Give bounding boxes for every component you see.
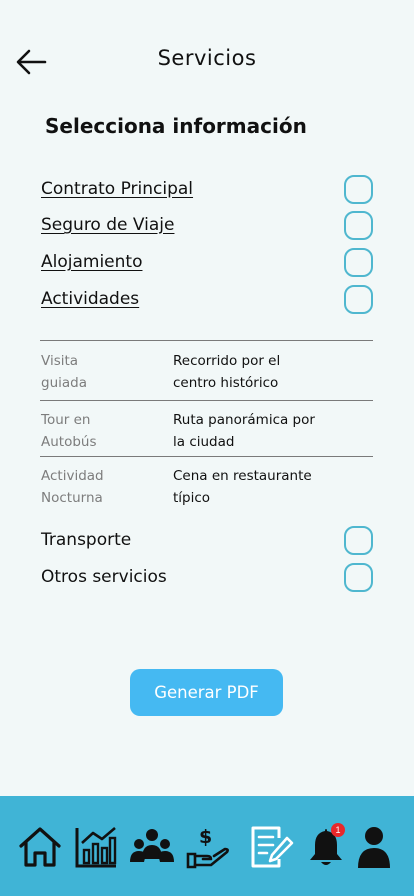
- checkbox[interactable]: [344, 284, 373, 314]
- option-otros-servicios: Otros servicios: [41, 561, 373, 593]
- activity-value: Ruta panorámica por la ciudad: [173, 409, 373, 453]
- activity-row: Tour en Autobús Ruta panorámica por la c…: [41, 409, 373, 453]
- activity-row: Visita guiada Recorrido por el centro hi…: [41, 350, 373, 394]
- payment-icon[interactable]: $: [185, 824, 231, 870]
- checkbox[interactable]: [344, 525, 373, 555]
- activity-value-line: la ciudad: [173, 434, 235, 450]
- activity-label-line: Nocturna: [41, 490, 103, 506]
- option-contrato-principal: Contrato Principal: [41, 173, 373, 205]
- option-label[interactable]: Contrato Principal: [41, 179, 193, 199]
- activity-value-line: centro histórico: [173, 375, 279, 391]
- activity-label-line: Autobús: [41, 434, 97, 450]
- bell-icon[interactable]: 1: [303, 823, 349, 870]
- option-alojamiento: Alojamiento: [41, 246, 373, 278]
- section-title: Selecciona información: [45, 114, 307, 138]
- notification-badge: 1: [331, 823, 345, 837]
- activity-value-line: Ruta panorámica por: [173, 412, 315, 428]
- option-actividades: Actividades: [41, 283, 373, 315]
- option-seguro-de-viaje: Seguro de Viaje: [41, 209, 373, 241]
- option-label[interactable]: Actividades: [41, 289, 139, 309]
- checkbox[interactable]: [344, 210, 373, 240]
- option-label: Transporte: [41, 530, 132, 550]
- chart-icon[interactable]: [73, 824, 119, 870]
- activity-label-line: guiada: [41, 375, 87, 391]
- option-label[interactable]: Seguro de Viaje: [41, 215, 174, 235]
- activity-value: Cena en restaurante típico: [173, 465, 373, 509]
- checkbox[interactable]: [344, 174, 373, 204]
- activity-label: Tour en Autobús: [41, 409, 173, 453]
- checkbox[interactable]: [344, 562, 373, 592]
- svg-text:$: $: [199, 826, 212, 848]
- activity-label: Actividad Nocturna: [41, 465, 173, 509]
- activity-label-line: Visita: [41, 353, 79, 369]
- home-icon[interactable]: [17, 824, 63, 870]
- divider: [40, 456, 373, 457]
- option-label: Otros servicios: [41, 567, 167, 587]
- activity-label-line: Actividad: [41, 468, 104, 484]
- activity-label: Visita guiada: [41, 350, 173, 394]
- generate-pdf-button[interactable]: Generar PDF: [130, 669, 283, 716]
- header: Servicios: [0, 0, 414, 120]
- activity-value-line: típico: [173, 490, 211, 506]
- activity-row: Actividad Nocturna Cena en restaurante t…: [41, 465, 373, 509]
- profile-icon[interactable]: [351, 824, 397, 870]
- divider: [40, 400, 373, 401]
- page-title: Servicios: [157, 46, 257, 70]
- option-transporte: Transporte: [41, 524, 373, 556]
- divider: [40, 340, 373, 341]
- checkbox[interactable]: [344, 247, 373, 277]
- option-label[interactable]: Alojamiento: [41, 252, 142, 272]
- notes-icon[interactable]: [249, 824, 295, 870]
- activity-label-line: Tour en: [41, 412, 91, 428]
- activity-value-line: Cena en restaurante: [173, 468, 312, 484]
- users-icon[interactable]: [129, 824, 175, 870]
- activity-value-line: Recorrido por el: [173, 353, 281, 369]
- bottom-navbar: $ 1: [0, 796, 414, 896]
- activity-value: Recorrido por el centro histórico: [173, 350, 373, 394]
